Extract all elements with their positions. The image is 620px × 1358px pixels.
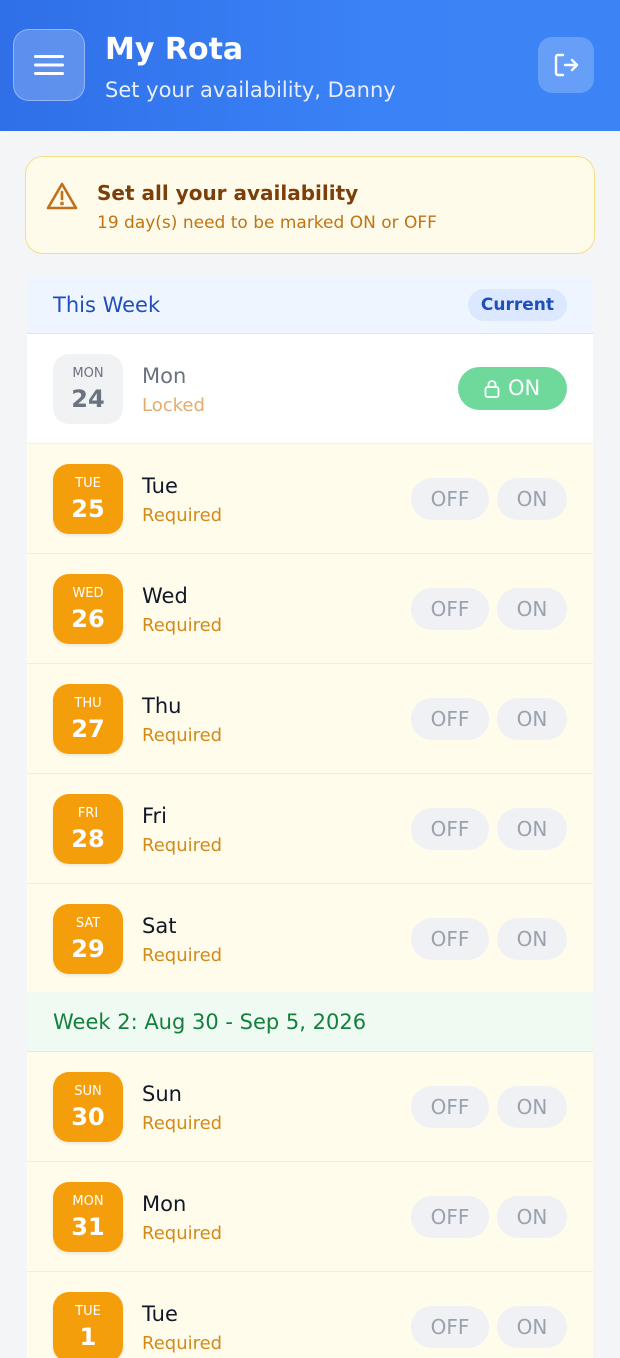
locked-on-label: ON (508, 376, 541, 400)
date-badge: FRI 28 (53, 794, 123, 864)
week-header: This Week Current (27, 278, 593, 334)
date-badge: TUE 25 (53, 464, 123, 534)
on-button[interactable]: ON (497, 1196, 567, 1238)
date-badge-day: 1 (79, 1323, 97, 1351)
off-button[interactable]: OFF (411, 588, 489, 630)
date-badge-weekday: SUN (74, 1084, 102, 1099)
date-badge-day: 31 (71, 1213, 105, 1241)
availability-card: This Week Current MON 24 Mon Locked TUE … (27, 278, 593, 1358)
date-badge-day: 26 (71, 605, 105, 633)
date-badge-day: 27 (71, 715, 105, 743)
day-name: Tue (142, 1302, 178, 1326)
logout-button[interactable] (538, 37, 594, 93)
on-button[interactable]: ON (497, 588, 567, 630)
day-name: Sun (142, 1082, 182, 1106)
date-badge: WED 26 (53, 574, 123, 644)
lock-icon (484, 380, 500, 398)
day-name: Tue (142, 474, 178, 498)
week2-header: Week 2: Aug 30 - Sep 5, 2026 (27, 992, 593, 1052)
status-badge: Current (467, 289, 567, 321)
day-status: Required (142, 615, 223, 636)
app-header: My Rota Set your availability, Danny (0, 0, 620, 131)
day-name: Thu (142, 694, 182, 718)
date-badge: TUE 1 (53, 1292, 123, 1358)
logout-icon (554, 53, 579, 77)
day-row: TUE 25 Tue Required OFF ON (27, 444, 593, 554)
date-badge-day: 28 (71, 825, 105, 853)
date-badge: SAT 29 (53, 904, 123, 974)
menu-button[interactable] (13, 29, 85, 101)
week2-title: Week 2: Aug 30 - Sep 5, 2026 (53, 1010, 367, 1034)
date-badge-weekday: TUE (75, 1304, 101, 1319)
off-button[interactable]: OFF (411, 918, 489, 960)
date-badge-weekday: WED (72, 586, 104, 601)
date-badge-day: 30 (71, 1103, 105, 1131)
off-button[interactable]: OFF (411, 698, 489, 740)
warning-triangle-icon (46, 182, 78, 210)
date-badge: MON 31 (53, 1182, 123, 1252)
day-row: SUN 30 Sun Required OFF ON (27, 1052, 593, 1162)
off-button[interactable]: OFF (411, 1196, 489, 1238)
locked-on-toggle: ON (458, 367, 567, 410)
on-button[interactable]: ON (497, 698, 567, 740)
date-badge-day: 29 (71, 935, 105, 963)
on-button[interactable]: ON (497, 1086, 567, 1128)
day-row: MON 31 Mon Required OFF ON (27, 1162, 593, 1272)
off-button[interactable]: OFF (411, 478, 489, 520)
day-status: Required (142, 945, 223, 966)
date-badge-weekday: THU (74, 696, 102, 711)
page-title: My Rota (105, 32, 244, 67)
alert-title: Set all your availability (97, 181, 359, 205)
day-row: SAT 29 Sat Required OFF ON (27, 884, 593, 994)
availability-alert: Set all your availability 19 day(s) need… (25, 156, 595, 254)
date-badge-weekday: SAT (75, 916, 101, 931)
date-badge-weekday: MON (72, 366, 104, 381)
day-status: Required (142, 835, 223, 856)
day-name: Mon (142, 364, 187, 388)
day-row: TUE 1 Tue Required OFF ON (27, 1272, 593, 1358)
date-badge-weekday: MON (72, 1194, 104, 1209)
day-name: Sat (142, 914, 177, 938)
on-button[interactable]: ON (497, 918, 567, 960)
day-name: Fri (142, 804, 168, 828)
off-button[interactable]: OFF (411, 808, 489, 850)
alert-text: 19 day(s) need to be marked ON or OFF (97, 213, 437, 233)
day-row: FRI 28 Fri Required OFF ON (27, 774, 593, 884)
day-status: Required (142, 1333, 223, 1354)
on-button[interactable]: ON (497, 808, 567, 850)
day-status: Required (142, 725, 223, 746)
page-subtitle: Set your availability, Danny (105, 78, 396, 102)
day-row: THU 27 Thu Required OFF ON (27, 664, 593, 774)
off-button[interactable]: OFF (411, 1086, 489, 1128)
day-row: WED 26 Wed Required OFF ON (27, 554, 593, 664)
day-status: Locked (142, 395, 205, 416)
date-badge: SUN 30 (53, 1072, 123, 1142)
day-status: Required (142, 1113, 223, 1134)
day-name: Mon (142, 1192, 187, 1216)
date-badge: THU 27 (53, 684, 123, 754)
day-name: Wed (142, 584, 188, 608)
date-badge-weekday: FRI (77, 806, 99, 821)
date-badge: MON 24 (53, 354, 123, 424)
week-title: This Week (53, 293, 161, 317)
day-status: Required (142, 505, 223, 526)
on-button[interactable]: ON (497, 478, 567, 520)
date-badge-day: 25 (71, 495, 105, 523)
date-badge-weekday: TUE (75, 476, 101, 491)
day-status: Required (142, 1223, 223, 1244)
hamburger-icon (34, 55, 64, 75)
date-badge-day: 24 (71, 385, 105, 413)
